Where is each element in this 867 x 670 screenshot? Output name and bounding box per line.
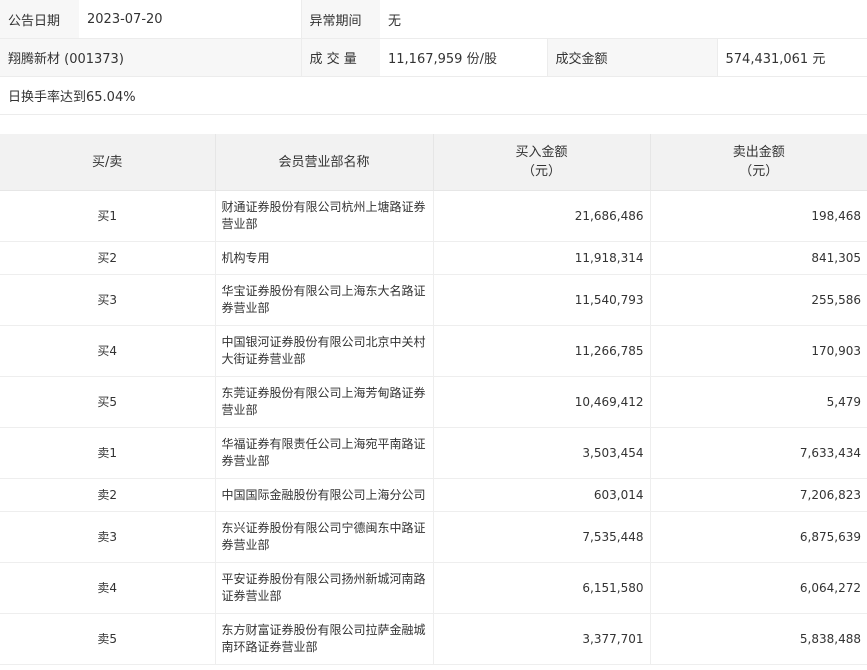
row-sell-amount: 7,633,434	[650, 427, 867, 479]
row-buy-amount: 6,151,580	[433, 562, 651, 614]
row-side: 卖2	[0, 478, 216, 512]
abnormal-reason: 日换手率达到65.04%	[0, 76, 867, 115]
row-side: 买5	[0, 376, 216, 428]
row-buy-amount: 11,266,785	[433, 325, 651, 377]
header-side: 买/卖	[0, 134, 216, 191]
row-side: 卖4	[0, 562, 216, 614]
announce-date-value: 2023-07-20	[79, 0, 302, 39]
row-side: 买3	[0, 274, 216, 326]
amount-label: 成交金额	[547, 38, 718, 77]
header-branch: 会员营业部名称	[215, 134, 434, 191]
trading-seats-table: 买/卖 会员营业部名称 买入金额 （元） 卖出金额 （元） 买1 财通证券股份有…	[0, 134, 867, 665]
row-branch: 财通证券股份有限公司杭州上塘路证券营业部	[215, 190, 434, 242]
row-sell-amount: 5,838,488	[650, 613, 867, 665]
row-buy-amount: 21,686,486	[433, 190, 651, 242]
row-branch: 华宝证券股份有限公司上海东大名路证券营业部	[215, 274, 434, 326]
row-side: 买2	[0, 241, 216, 275]
table-row: 买4 中国银河证券股份有限公司北京中关村大街证券营业部 11,266,785 1…	[0, 325, 867, 377]
abnormal-period-value: 无	[380, 0, 867, 39]
header-sell-amount: 卖出金额 （元）	[650, 134, 867, 191]
row-side: 卖3	[0, 511, 216, 563]
header-sell-line2: （元）	[739, 164, 779, 179]
row-buy-amount: 11,540,793	[433, 274, 651, 326]
row-side: 买4	[0, 325, 216, 377]
row-branch: 中国国际金融股份有限公司上海分公司	[215, 478, 434, 512]
row-buy-amount: 11,918,314	[433, 241, 651, 275]
announce-date-label: 公告日期	[0, 0, 79, 39]
table-row: 卖3 东兴证券股份有限公司宁德闽东中路证券营业部 7,535,448 6,875…	[0, 511, 867, 563]
header-buy-line2: （元）	[521, 164, 561, 179]
table-row: 买5 东莞证券股份有限公司上海芳甸路证券营业部 10,469,412 5,479	[0, 376, 867, 428]
table-row: 卖2 中国国际金融股份有限公司上海分公司 603,014 7,206,823	[0, 478, 867, 512]
table-row: 卖4 平安证券股份有限公司扬州新城河南路证券营业部 6,151,580 6,06…	[0, 562, 867, 614]
header-sell-line1: 卖出金额	[732, 145, 785, 160]
row-sell-amount: 6,064,272	[650, 562, 867, 614]
table-row: 卖1 华福证券有限责任公司上海宛平南路证券营业部 3,503,454 7,633…	[0, 427, 867, 479]
row-branch: 东方财富证券股份有限公司拉萨金融城南环路证券营业部	[215, 613, 434, 665]
row-sell-amount: 841,305	[650, 241, 867, 275]
amount-value: 574,431,061 元	[717, 38, 867, 77]
stock-name: 翔腾新材 (001373)	[0, 38, 302, 77]
row-sell-amount: 255,586	[650, 274, 867, 326]
row-branch: 东兴证券股份有限公司宁德闽东中路证券营业部	[215, 511, 434, 563]
row-branch: 东莞证券股份有限公司上海芳甸路证券营业部	[215, 376, 434, 428]
row-branch: 平安证券股份有限公司扬州新城河南路证券营业部	[215, 562, 434, 614]
row-side: 卖5	[0, 613, 216, 665]
table-row: 卖5 东方财富证券股份有限公司拉萨金融城南环路证券营业部 3,377,701 5…	[0, 613, 867, 665]
header-buy-amount: 买入金额 （元）	[433, 134, 651, 191]
table-row: 买1 财通证券股份有限公司杭州上塘路证券营业部 21,686,486 198,4…	[0, 190, 867, 242]
row-buy-amount: 10,469,412	[433, 376, 651, 428]
row-side: 买1	[0, 190, 216, 242]
volume-label: 成 交 量	[301, 38, 380, 77]
row-buy-amount: 7,535,448	[433, 511, 651, 563]
volume-value: 11,167,959 份/股	[380, 38, 548, 77]
row-sell-amount: 5,479	[650, 376, 867, 428]
table-header-row: 买/卖 会员营业部名称 买入金额 （元） 卖出金额 （元）	[0, 134, 867, 191]
row-branch: 机构专用	[215, 241, 434, 275]
abnormal-period-label: 异常期间	[301, 0, 380, 39]
announcement-info-table: 公告日期 2023-07-20 异常期间 无 翔腾新材 (001373) 成 交…	[0, 0, 867, 115]
table-row: 买2 机构专用 11,918,314 841,305	[0, 241, 867, 275]
row-sell-amount: 7,206,823	[650, 478, 867, 512]
table-row: 买3 华宝证券股份有限公司上海东大名路证券营业部 11,540,793 255,…	[0, 274, 867, 326]
row-buy-amount: 3,377,701	[433, 613, 651, 665]
row-branch: 中国银河证券股份有限公司北京中关村大街证券营业部	[215, 325, 434, 377]
row-buy-amount: 3,503,454	[433, 427, 651, 479]
row-branch: 华福证券有限责任公司上海宛平南路证券营业部	[215, 427, 434, 479]
row-sell-amount: 198,468	[650, 190, 867, 242]
row-sell-amount: 170,903	[650, 325, 867, 377]
row-sell-amount: 6,875,639	[650, 511, 867, 563]
row-buy-amount: 603,014	[433, 478, 651, 512]
row-side: 卖1	[0, 427, 216, 479]
header-buy-line1: 买入金额	[515, 145, 568, 160]
